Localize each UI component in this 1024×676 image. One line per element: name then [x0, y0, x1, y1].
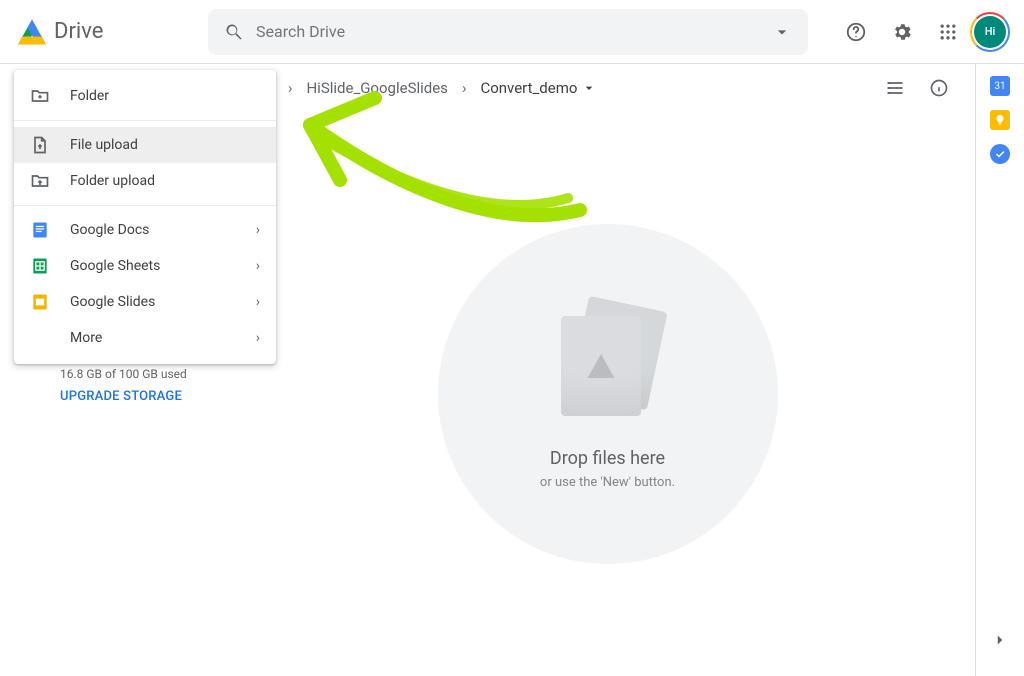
empty-title: Drop files here [550, 448, 665, 469]
chevron-right-icon: › [256, 294, 260, 310]
apps-button[interactable] [928, 12, 968, 52]
chevron-right-icon: › [256, 222, 260, 238]
side-rail: 31 [976, 64, 1024, 676]
upgrade-storage-link[interactable]: UPGRADE STORAGE [60, 389, 216, 404]
menu-item-folder-upload[interactable]: Folder upload [14, 163, 276, 199]
file-upload-icon [30, 135, 50, 155]
chevron-right-icon: › [256, 258, 260, 274]
drive-logo-icon [18, 18, 46, 46]
empty-illustration: Drop files here or use the 'New' button. [438, 224, 778, 564]
docs-icon [30, 220, 50, 240]
product-logo[interactable]: Drive [8, 18, 208, 46]
breadcrumb: e › HiSlide_GoogleSlides › Convert_demo [240, 64, 975, 112]
view-list-button[interactable] [875, 68, 915, 108]
empty-subtitle: or use the 'New' button. [540, 475, 675, 490]
empty-state: Drop files here or use the 'New' button. [240, 112, 975, 676]
menu-item-more[interactable]: More › [14, 320, 276, 356]
menu-item-folder[interactable]: Folder [14, 78, 276, 114]
menu-item-slides[interactable]: Google Slides › [14, 284, 276, 320]
product-title: Drive [54, 19, 103, 44]
main-panel: e › HiSlide_GoogleSlides › Convert_demo [240, 64, 976, 676]
chevron-right-icon: › [458, 79, 471, 97]
sheets-icon [30, 256, 50, 276]
header-actions: Hi [836, 12, 1016, 52]
search-input[interactable] [256, 22, 772, 41]
avatar-ring-icon [970, 12, 1010, 52]
new-folder-icon [30, 86, 50, 106]
view-details-button[interactable] [919, 68, 959, 108]
rail-calendar[interactable]: 31 [990, 76, 1010, 96]
keep-icon [994, 114, 1006, 126]
folder-upload-icon [30, 171, 50, 191]
search-icon [224, 22, 244, 42]
chevron-right-icon: › [256, 330, 260, 346]
header: Drive Hi [0, 0, 1024, 64]
menu-item-docs[interactable]: Google Docs › [14, 212, 276, 248]
rail-tasks[interactable] [990, 144, 1010, 164]
settings-button[interactable] [882, 12, 922, 52]
search-options-caret-icon[interactable] [772, 22, 792, 42]
storage-used-text: 16.8 GB of 100 GB used [60, 367, 216, 381]
chevron-right-icon: › [284, 79, 297, 97]
breadcrumb-segment-current[interactable]: Convert_demo [474, 75, 603, 101]
help-button[interactable] [836, 12, 876, 52]
rail-keep[interactable] [990, 110, 1010, 130]
caret-down-icon [581, 80, 597, 96]
new-menu: Folder File upload Folder upload Google … [14, 70, 276, 364]
tasks-icon [994, 148, 1006, 160]
chevron-right-icon [991, 631, 1009, 649]
account-avatar[interactable]: Hi [974, 16, 1006, 48]
menu-item-sheets[interactable]: Google Sheets › [14, 248, 276, 284]
search-bar[interactable] [208, 9, 808, 55]
slides-icon [30, 292, 50, 312]
menu-item-file-upload[interactable]: File upload [14, 127, 276, 163]
files-icon [553, 298, 663, 428]
rail-expand-button[interactable] [980, 620, 1020, 660]
breadcrumb-segment[interactable]: HiSlide_GoogleSlides [300, 75, 453, 101]
